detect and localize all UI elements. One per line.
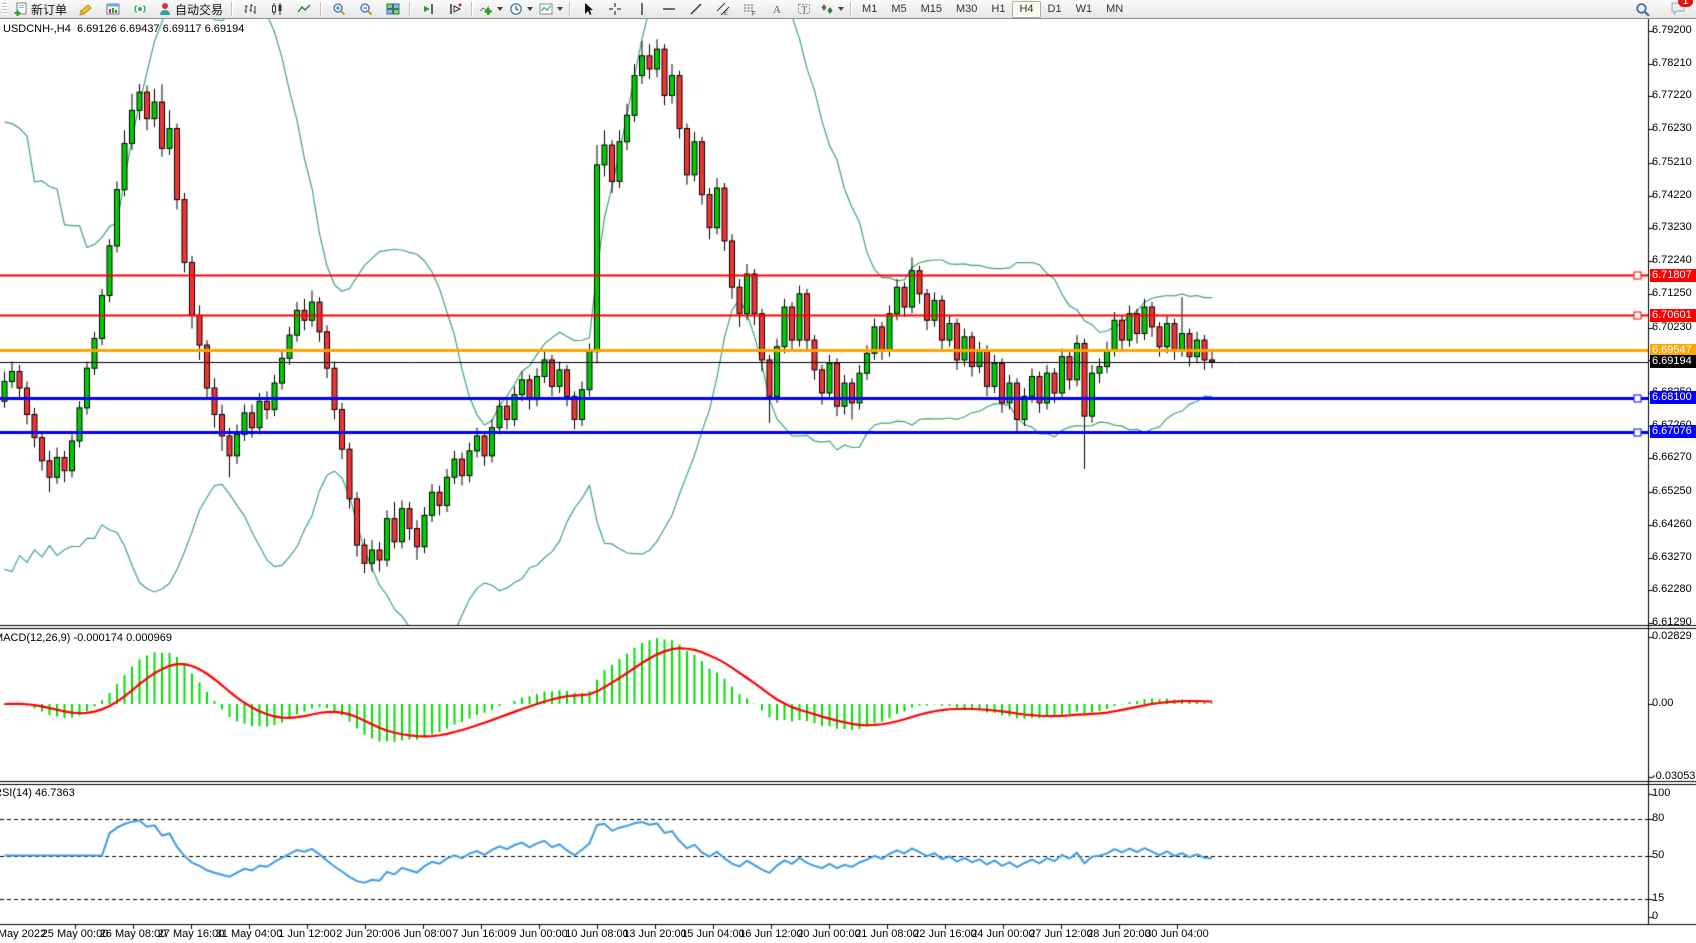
vertical-line-tool-button[interactable] <box>628 0 655 18</box>
chevron-down-icon <box>497 7 503 11</box>
timeframe-h1[interactable]: H1 <box>984 1 1012 18</box>
auto-scroll-button[interactable] <box>414 0 441 18</box>
chevron-down-icon <box>557 7 563 11</box>
chevron-down-icon <box>527 7 533 11</box>
main-toolbar: 新订单 自动交易 <box>0 0 1696 19</box>
tile-windows-icon <box>386 2 400 16</box>
signal-icon <box>133 2 147 16</box>
horizontal-line-icon <box>662 2 676 16</box>
toolbar-separator <box>320 2 322 16</box>
main-chart-canvas[interactable] <box>0 0 1696 943</box>
line-chart-icon <box>297 2 311 16</box>
new-order-label: 新订单 <box>31 1 67 18</box>
zoom-in-icon <box>332 2 346 16</box>
highlighter-button[interactable] <box>72 0 99 18</box>
svg-text:T: T <box>801 5 807 15</box>
fibonacci-tool-button[interactable]: F <box>736 0 763 18</box>
chevron-down-icon <box>838 7 844 11</box>
new-order-button[interactable]: 新订单 <box>9 0 72 18</box>
signal-button[interactable] <box>126 0 153 18</box>
autotrade-button[interactable]: 自动交易 <box>153 0 228 18</box>
chart-window-button[interactable] <box>99 0 126 18</box>
timeframe-mn[interactable]: MN <box>1099 1 1130 18</box>
notifications-button[interactable]: 1 <box>1670 1 1686 18</box>
template-icon <box>539 2 553 16</box>
candlestick-chart-icon <box>270 2 284 16</box>
bar-chart-icon <box>243 2 257 16</box>
toolbar-separator <box>850 2 852 16</box>
timeframe-m30[interactable]: M30 <box>949 1 984 18</box>
timeframe-m1[interactable]: M1 <box>855 1 884 18</box>
zoom-out-icon <box>359 2 373 16</box>
new-order-icon <box>14 2 28 16</box>
autotrade-icon <box>158 2 172 16</box>
search-button[interactable] <box>1629 0 1656 18</box>
timeframe-w1[interactable]: W1 <box>1069 1 1100 18</box>
cursor-tool-button[interactable] <box>574 0 601 18</box>
text-icon: A <box>770 2 784 16</box>
channel-tool-button[interactable]: E <box>709 0 736 18</box>
tile-windows-button[interactable] <box>379 0 406 18</box>
trendline-tool-button[interactable] <box>682 0 709 18</box>
vertical-line-icon <box>635 2 649 16</box>
auto-scroll-icon <box>421 2 435 16</box>
zoom-in-button[interactable] <box>325 0 352 18</box>
zoom-out-button[interactable] <box>352 0 379 18</box>
svg-text:E: E <box>724 11 728 16</box>
bar-chart-button[interactable] <box>236 0 263 18</box>
chart-window-icon <box>106 2 120 16</box>
horizontal-line-tool-button[interactable] <box>655 0 682 18</box>
highlighter-icon <box>79 2 93 16</box>
trendline-icon <box>689 2 703 16</box>
add-indicator-button[interactable] <box>476 0 506 18</box>
template-button[interactable] <box>536 0 566 18</box>
channel-icon: E <box>716 2 730 16</box>
mt4-window: 新订单 自动交易 <box>0 0 1696 943</box>
toolbar-separator <box>569 2 571 16</box>
crosshair-tool-button[interactable] <box>601 0 628 18</box>
search-icon <box>1635 2 1650 17</box>
toolbar-separator <box>409 2 411 16</box>
chart-shift-icon <box>448 2 462 16</box>
line-chart-button[interactable] <box>290 0 317 18</box>
svg-text:A: A <box>773 4 781 16</box>
toolbar-separator <box>471 2 473 16</box>
periods-clock-icon <box>509 2 523 16</box>
text-label-icon: T <box>797 2 811 16</box>
periods-clock-button[interactable] <box>506 0 536 18</box>
text-tool-button[interactable]: A <box>763 0 790 18</box>
timeframe-d1[interactable]: D1 <box>1041 1 1069 18</box>
arrow-objects-button[interactable] <box>817 0 847 18</box>
fibonacci-icon: F <box>743 2 757 16</box>
notification-badge: 1 <box>1678 0 1693 7</box>
timeframe-group: M1M5M15M30H1H4D1W1MN <box>855 1 1130 18</box>
timeframe-m15[interactable]: M15 <box>914 1 949 18</box>
toolbar-grip[interactable] <box>2 3 7 15</box>
toolbar-separator <box>231 2 233 16</box>
timeframe-m5[interactable]: M5 <box>884 1 913 18</box>
candlestick-chart-button[interactable] <box>263 0 290 18</box>
toolbar-right-group: 1 <box>1629 0 1696 18</box>
chart-shift-button[interactable] <box>441 0 468 18</box>
cursor-icon <box>581 2 595 16</box>
svg-text:F: F <box>752 12 756 17</box>
autotrade-label: 自动交易 <box>175 1 223 18</box>
arrow-objects-icon <box>820 2 834 16</box>
crosshair-icon <box>608 2 622 16</box>
timeframe-h4[interactable]: H4 <box>1012 1 1040 18</box>
add-indicator-icon <box>479 2 493 16</box>
text-label-tool-button[interactable]: T <box>790 0 817 18</box>
